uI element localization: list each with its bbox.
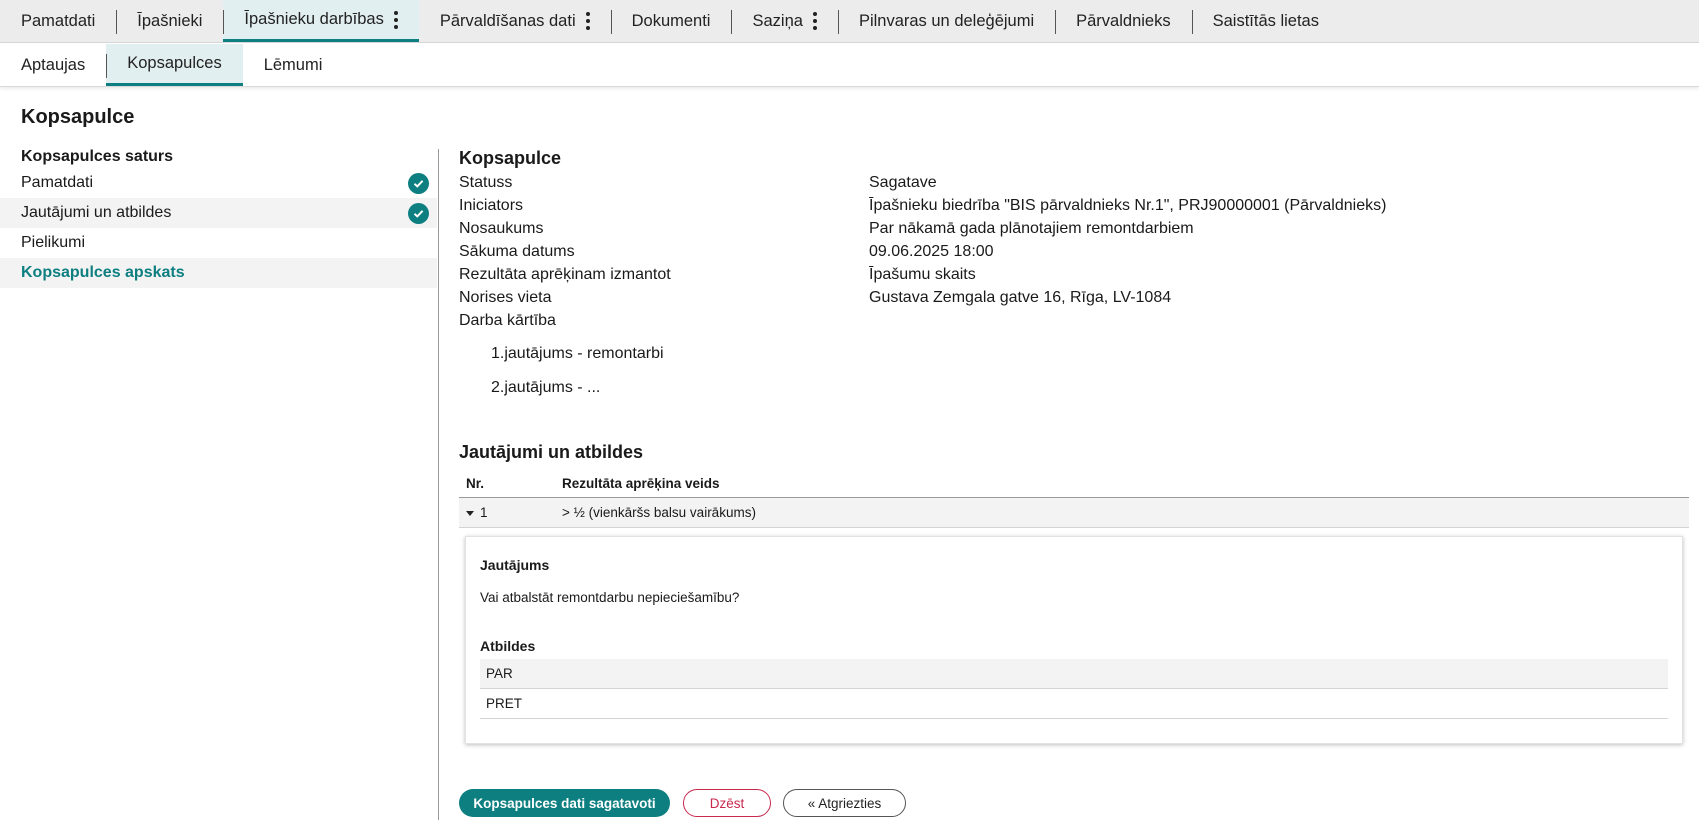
field-row: Sākuma datums 09.06.2025 18:00 <box>459 240 1689 263</box>
sidebar-item-label: Kopsapulces apskats <box>21 264 185 281</box>
field-row: Rezultāta aprēķinam izmantot Īpašumu skai… <box>459 263 1689 286</box>
tab-label: Saistītās lietas <box>1212 11 1319 30</box>
tab-sazina[interactable]: Saziņa <box>731 0 837 42</box>
subtab-aptaujas[interactable]: Aptaujas <box>0 44 106 86</box>
row-calc: > ½ (vienkāršs balsu vairākums) <box>562 505 756 520</box>
question-label: Jautājums <box>480 557 550 573</box>
tab-label: Pilnvaras un deleģējumi <box>858 11 1035 30</box>
subtab-lemumi[interactable]: Lēmumi <box>243 44 344 86</box>
sidebar-item-apskats[interactable]: Kopsapulces apskats <box>0 258 437 288</box>
answers-label: Atbildes <box>480 638 536 654</box>
section-title: Kopsapulce <box>459 148 562 168</box>
field-value: Gustava Zemgala gatve 16, Rīga, LV-1084 <box>869 289 1172 306</box>
field-value: Par nākamā gada plānotajiem remontdarbie… <box>869 220 1194 237</box>
more-vertical-icon[interactable] <box>812 11 817 31</box>
field-row: Norises vieta Gustava Zemgala gatve 16, R… <box>459 286 1689 309</box>
field-row: Statuss Sagatave <box>459 171 1689 194</box>
check-circle-icon <box>408 202 429 224</box>
field-label: Nosaukums <box>459 220 544 237</box>
tab-label: Īpašnieku darbības <box>244 10 384 28</box>
check-circle-icon <box>408 172 429 194</box>
field-label: Sākuma datums <box>459 243 575 260</box>
answer-item: PRET <box>480 689 1668 719</box>
more-vertical-icon[interactable] <box>393 10 398 30</box>
field-row: Nosaukums Par nākamā gada plānotajiem rem… <box>459 217 1689 240</box>
field-value: 09.06.2025 18:00 <box>869 243 994 260</box>
question-text: Vai atbalstāt remontdarbu nepieciešamību… <box>480 590 740 605</box>
tab-saistitas-lietas[interactable]: Saistītās lietas <box>1191 0 1340 42</box>
field-label: Norises vieta <box>459 289 552 306</box>
tab-label: Lēmumi <box>263 55 323 74</box>
tab-ipasnieku-darbibas[interactable]: Īpašnieku darbības <box>223 0 419 42</box>
top-navigation: Pamatdati Īpašnieki Īpašnieku darbības P… <box>0 0 1699 43</box>
sidebar-heading: Kopsapulces saturs <box>21 148 174 165</box>
data-ready-button[interactable]: Kopsapulces dati sagatavoti <box>459 789 670 817</box>
tab-label: Īpašnieki <box>137 11 203 30</box>
row-nr-cell: 1 <box>459 505 562 520</box>
column-header-calc: Rezultāta aprēķina veids <box>562 476 720 491</box>
more-vertical-icon[interactable] <box>585 11 590 31</box>
field-value: Īpašnieku biedrība "BIS pārvaldnieks Nr.… <box>869 197 1387 214</box>
field-label: Rezultāta aprēķinam izmantot <box>459 266 671 283</box>
field-value: Sagatave <box>869 174 937 191</box>
sidebar-item-pielikumi[interactable]: Pielikumi <box>0 228 437 258</box>
delete-button[interactable]: Dzēst <box>683 789 771 817</box>
back-button[interactable]: « Atgriezties <box>783 789 906 817</box>
agenda-item: 1.jautājums - remontarbi <box>491 345 664 362</box>
tab-dokumenti[interactable]: Dokumenti <box>610 0 732 42</box>
tab-ipasnieki[interactable]: Īpašnieki <box>116 0 223 42</box>
question-details-card: Jautājums Vai atbalstāt remontdarbu nepi… <box>465 536 1683 744</box>
sidebar-item-pamatdati[interactable]: Pamatdati <box>0 168 437 198</box>
tab-label: Saziņa <box>752 11 803 30</box>
row-nr: 1 <box>480 505 488 520</box>
field-label: Iniciators <box>459 197 524 214</box>
tab-label: Pamatdati <box>21 11 96 30</box>
page-title: Kopsapulce <box>21 106 135 128</box>
vertical-divider <box>438 149 439 820</box>
sidebar-item-label: Pielikumi <box>21 234 86 251</box>
content-sidebar: Kopsapulces saturs Pamatdati Jautājumi u… <box>0 146 437 288</box>
column-header-nr: Nr. <box>466 476 485 491</box>
tab-pilnvaras[interactable]: Pilnvaras un deleģējumi <box>837 0 1055 42</box>
sidebar-item-label: Pamatdati <box>21 174 94 191</box>
tab-parvaldisanas-dati[interactable]: Pārvaldīšanas dati <box>419 0 611 42</box>
questions-table: Nr. Rezultāta aprēķina veids 1 > ½ (vien… <box>459 470 1689 744</box>
table-header: Nr. Rezultāta aprēķina veids <box>459 470 1689 498</box>
agenda-label: Darba kārtība <box>459 312 556 329</box>
tab-pamatdati[interactable]: Pamatdati <box>0 0 116 42</box>
field-value: Īpašumu skaits <box>869 266 976 283</box>
caret-down-icon[interactable] <box>466 510 474 516</box>
table-row[interactable]: 1 > ½ (vienkāršs balsu vairākums) <box>459 498 1689 528</box>
tab-label: Dokumenti <box>631 11 711 30</box>
tab-label: Pārvaldīšanas dati <box>439 11 576 30</box>
sub-navigation: Aptaujas Kopsapulces Lēmumi <box>0 44 1699 87</box>
agenda-item: 2.jautājums - ... <box>491 379 601 396</box>
sidebar-item-label: Jautājumi un atbildes <box>21 204 172 221</box>
tab-parvaldnieks[interactable]: Pārvaldnieks <box>1055 0 1191 42</box>
answer-item: PAR <box>480 659 1668 689</box>
subtab-kopsapulces[interactable]: Kopsapulces <box>106 44 243 86</box>
field-row: Iniciators Īpašnieku biedrība "BIS pārval… <box>459 194 1689 217</box>
questions-title: Jautājumi un atbildes <box>459 442 644 462</box>
field-row: Darba kārtība <box>459 309 1689 332</box>
meeting-overview: Kopsapulce Statuss Sagatave Iniciators Īpa… <box>459 146 1689 744</box>
tab-label: Kopsapulces <box>127 54 222 72</box>
tab-label: Aptaujas <box>21 55 86 74</box>
sidebar-item-jautajumi[interactable]: Jautājumi un atbildes <box>0 198 437 228</box>
tab-label: Pārvaldnieks <box>1076 11 1171 30</box>
field-label: Statuss <box>459 174 513 191</box>
